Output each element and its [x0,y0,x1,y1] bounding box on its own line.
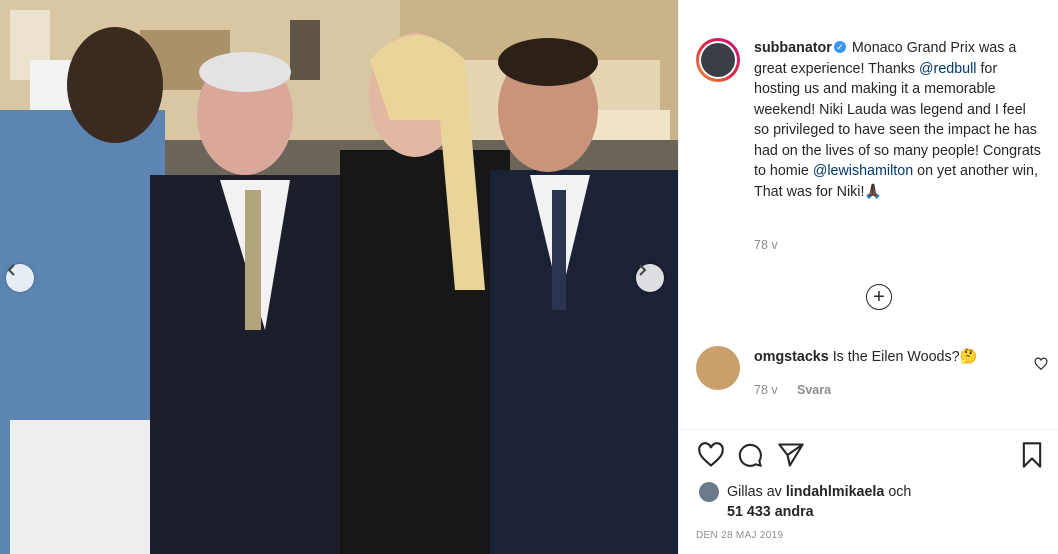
author-username[interactable]: subbanator [754,40,832,56]
photo-illustration [0,0,678,554]
share-icon[interactable] [777,441,805,469]
liker-avatar[interactable] [699,482,719,502]
caption-text: subbanator ✓ Monaco Grand Prix was a grea… [754,38,1044,202]
divider [679,429,1058,430]
instagram-post: subbanator ✓ Monaco Grand Prix was a grea… [0,0,1058,554]
heart-icon[interactable] [697,441,725,469]
mention-redbull[interactable]: @redbull [919,61,976,77]
plus-circle-icon[interactable]: + [866,284,892,310]
commenter-avatar[interactable] [696,346,740,390]
caption-block: subbanator ✓ Monaco Grand Prix was a grea… [696,38,1046,202]
post-photo[interactable] [0,0,678,554]
post-sidebar: subbanator ✓ Monaco Grand Prix was a grea… [678,0,1058,554]
mention-lewishamilton[interactable]: @lewishamilton [813,163,913,179]
chevron-right-icon [639,264,647,276]
likes-and: och [888,484,912,500]
chevron-left-icon [7,264,15,276]
author-avatar[interactable] [696,38,740,82]
likes-count[interactable]: 51 433 andra [727,504,814,520]
commenter-username[interactable]: omgstacks [754,349,829,365]
caption-part: for hosting us and making it a memorable… [754,60,1041,180]
likes-prefix: Gillas av [727,484,782,500]
reply-button[interactable]: Svara [797,383,831,397]
comment-text: omgstacks Is the Eilen Woods?🤔 [754,346,1014,390]
previous-photo-button[interactable] [6,264,34,292]
liker-username[interactable]: lindahlmikaela [786,484,885,500]
post-date[interactable]: DEN 28 MAJ 2019 [696,530,783,541]
next-photo-button[interactable] [636,264,664,292]
likes-summary: Gillas av lindahlmikaela och 51 433 andr… [699,482,911,522]
verified-icon: ✓ [833,41,846,54]
caption-age[interactable]: 78 v [754,238,778,252]
comment-age[interactable]: 78 v [754,383,778,397]
heart-icon[interactable] [1034,357,1048,371]
comment-body: Is the Eilen Woods?🤔 [832,349,978,365]
comment-icon[interactable] [736,441,764,469]
bookmark-icon[interactable] [1018,441,1046,469]
comment-item: omgstacks Is the Eilen Woods?🤔 [696,346,1046,390]
action-bar [696,441,1046,473]
